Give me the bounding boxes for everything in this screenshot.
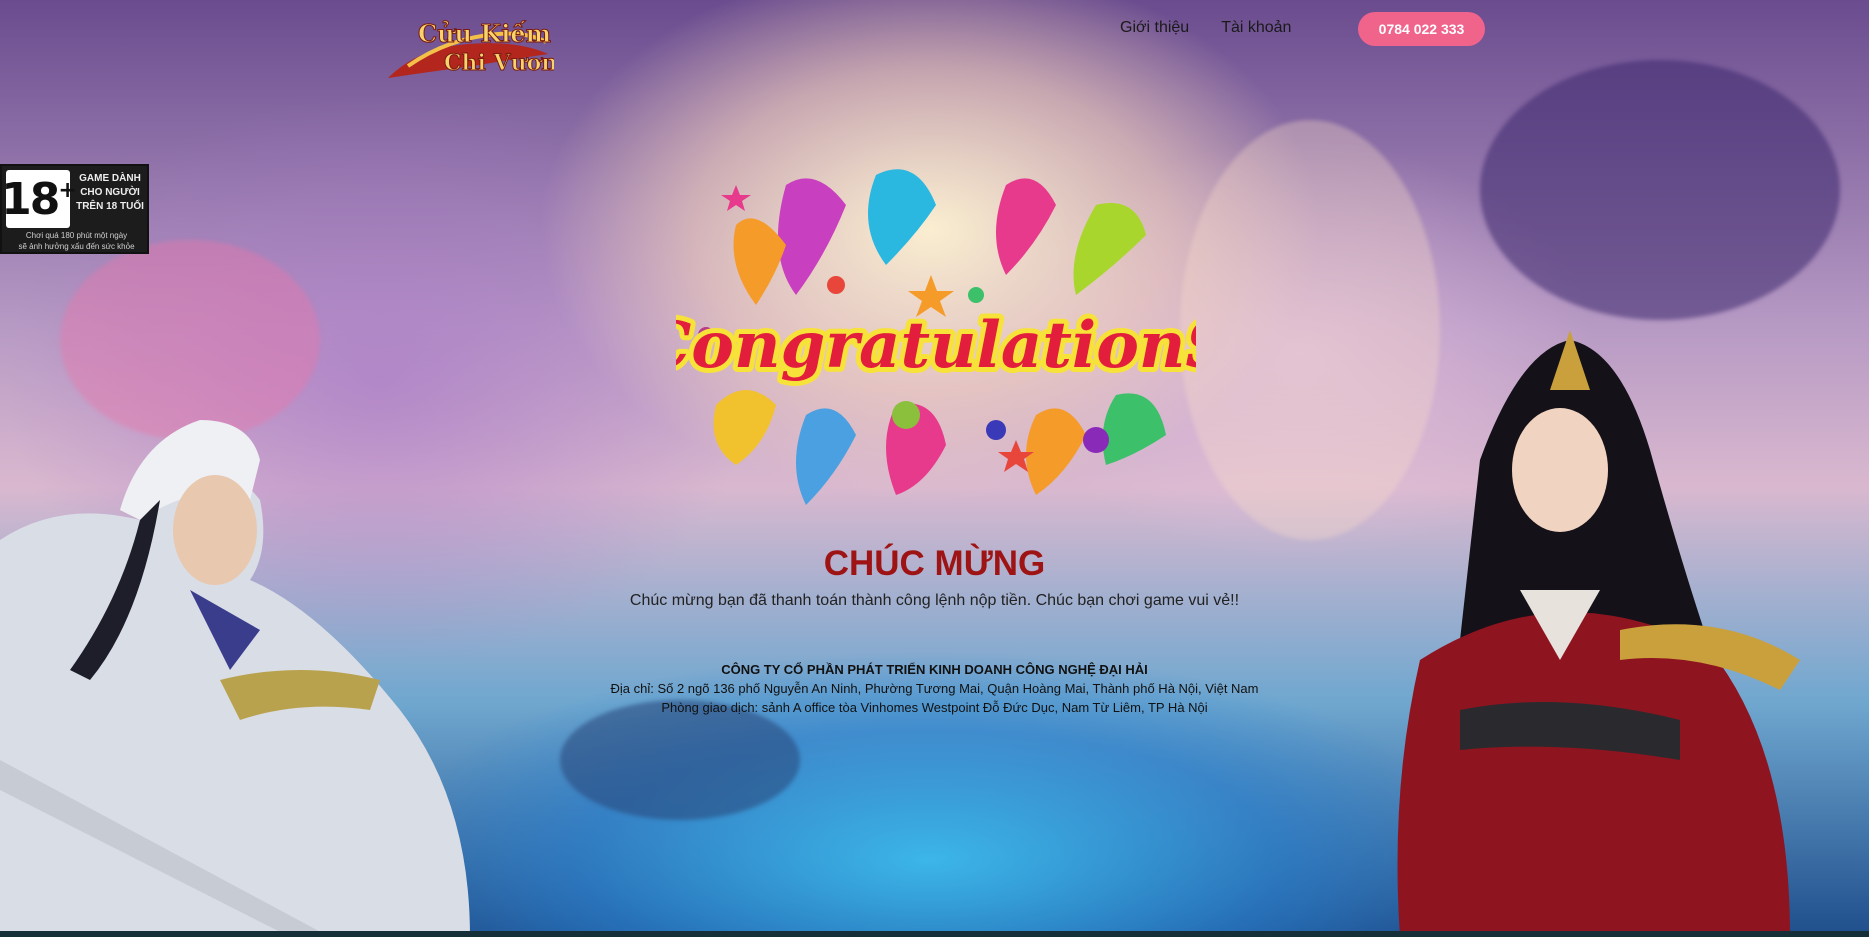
nav-gioi-thieu[interactable]: Giới thiệu [1120, 19, 1189, 37]
company-info: CÔNG TY CỔ PHẦN PHÁT TRIỂN KINH DOANH CÔ… [0, 660, 1869, 717]
age-label: GAME DÀNH CHO NGƯỜI TRÊN 18 TUỔI [76, 173, 144, 212]
male-character-illustration [0, 420, 470, 937]
page-title: CHÚC MỪNG [823, 544, 1046, 583]
top-nav: Giới thiệu Tài khoản [1120, 12, 1323, 44]
age-warning: Chơi quá 180 phút một ngày sẽ ảnh hưởng … [18, 231, 135, 251]
svg-text:Cửu Kiếm: Cửu Kiếm [418, 19, 551, 48]
company-name: CÔNG TY CỔ PHẦN PHÁT TRIỂN KINH DOANH CÔ… [721, 662, 1148, 677]
hotline-button[interactable]: 0784 022 333 [1358, 12, 1485, 46]
age-rating-badge: 18 + GAME DÀNH CHO NGƯỜI TRÊN 18 TUỔI Chơ… [0, 164, 149, 254]
bottom-bar [0, 931, 1869, 937]
nav-tai-khoan[interactable]: Tài khoản [1221, 19, 1291, 37]
company-address: Địa chỉ: Số 2 ngõ 136 phố Nguyễn An Ninh… [610, 681, 1259, 696]
banner-text: CongratulationS [676, 308, 1196, 383]
svg-text:Chi Vương: Chi Vương [444, 50, 554, 76]
congratulations-banner: CongratulationS CongratulationS [676, 169, 1196, 505]
company-office: Phòng giao dịch: sảnh A office tòa Vinho… [661, 700, 1208, 715]
game-logo[interactable]: Cửu Kiếm Chi Vương [378, 8, 554, 88]
age-number: 18 + [1, 170, 77, 228]
female-character-illustration [1397, 330, 1800, 937]
success-message: Chúc mừng bạn đã thanh toán thành công l… [629, 592, 1240, 609]
